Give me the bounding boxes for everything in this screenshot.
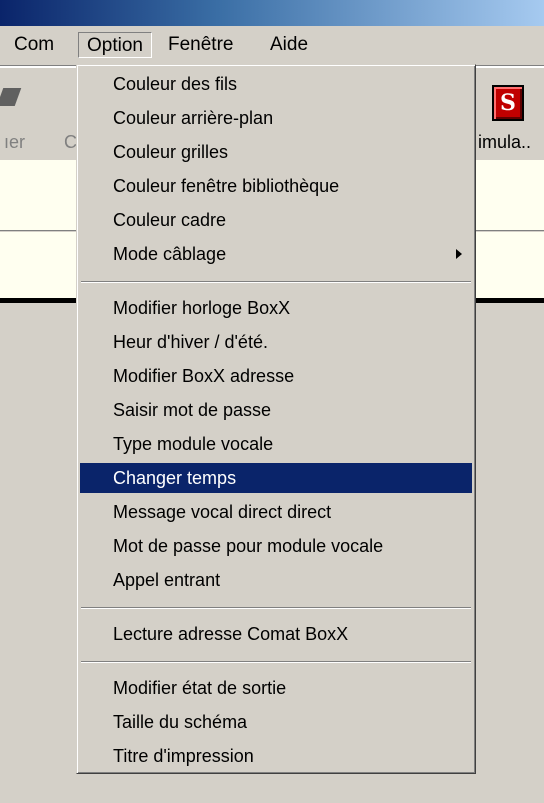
menu-item-modifier-etat-sortie[interactable]: Modifier état de sortie bbox=[80, 673, 472, 703]
menu-item-appel-entrant[interactable]: Appel entrant bbox=[80, 565, 472, 595]
menu-com[interactable]: Com bbox=[6, 32, 62, 58]
menu-option[interactable]: Option bbox=[78, 32, 152, 58]
menu-item-changer-temps[interactable]: Changer temps bbox=[80, 463, 472, 493]
menu-aide[interactable]: Aide bbox=[262, 32, 316, 58]
simulate-icon[interactable]: S bbox=[492, 85, 524, 121]
toolbar-partial-label: ıer bbox=[4, 132, 26, 152]
menu-fenetre[interactable]: Fenêtre bbox=[160, 32, 241, 58]
window-title-bar bbox=[0, 0, 544, 26]
menu-item-message-vocal-direct[interactable]: Message vocal direct direct bbox=[80, 497, 472, 527]
menu-item-mot-de-passe-module-vocale[interactable]: Mot de passe pour module vocale bbox=[80, 531, 472, 561]
menu-item-couleur-grilles[interactable]: Couleur grilles bbox=[80, 137, 472, 167]
menu-item-couleur-arriere-plan[interactable]: Couleur arrière-plan bbox=[80, 103, 472, 133]
menu-item-modifier-horloge[interactable]: Modifier horloge BoxX bbox=[80, 293, 472, 323]
menu-separator bbox=[81, 607, 471, 609]
menu-item-taille-schema[interactable]: Taille du schéma bbox=[80, 707, 472, 737]
menu-item-type-module-vocale[interactable]: Type module vocale bbox=[80, 429, 472, 459]
menu-item-saisir-mot-de-passe[interactable]: Saisir mot de passe bbox=[80, 395, 472, 425]
toolbar-tool-icon[interactable] bbox=[0, 88, 22, 106]
menu-item-couleur-fenetre-bibliotheque[interactable]: Couleur fenêtre bibliothèque bbox=[80, 171, 472, 201]
menu-item-couleur-cadre[interactable]: Couleur cadre bbox=[80, 205, 472, 235]
menu-item-lecture-adresse[interactable]: Lecture adresse Comat BoxX bbox=[80, 619, 472, 649]
menu-item-modifier-adresse[interactable]: Modifier BoxX adresse bbox=[80, 361, 472, 391]
menu-item-titre-impression[interactable]: Titre d'impression bbox=[80, 741, 472, 771]
submenu-arrow-icon bbox=[456, 249, 462, 259]
menu-item-couleur-fils[interactable]: Couleur des fils bbox=[80, 69, 472, 99]
menu-separator bbox=[81, 661, 471, 663]
menu-bar: Com Option Fenêtre Aide bbox=[0, 26, 544, 67]
menu-item-mode-cablage-label: Mode câblage bbox=[113, 244, 227, 264]
menu-separator bbox=[81, 281, 471, 283]
menu-item-heure-hiver-ete[interactable]: Heur d'hiver / d'été. bbox=[80, 327, 472, 357]
simulate-button-label[interactable]: imula.. bbox=[478, 132, 531, 153]
menu-item-mode-cablage[interactable]: Mode câblage bbox=[80, 239, 472, 269]
option-menu-dropdown: Couleur des fils Couleur arrière-plan Co… bbox=[76, 64, 476, 774]
